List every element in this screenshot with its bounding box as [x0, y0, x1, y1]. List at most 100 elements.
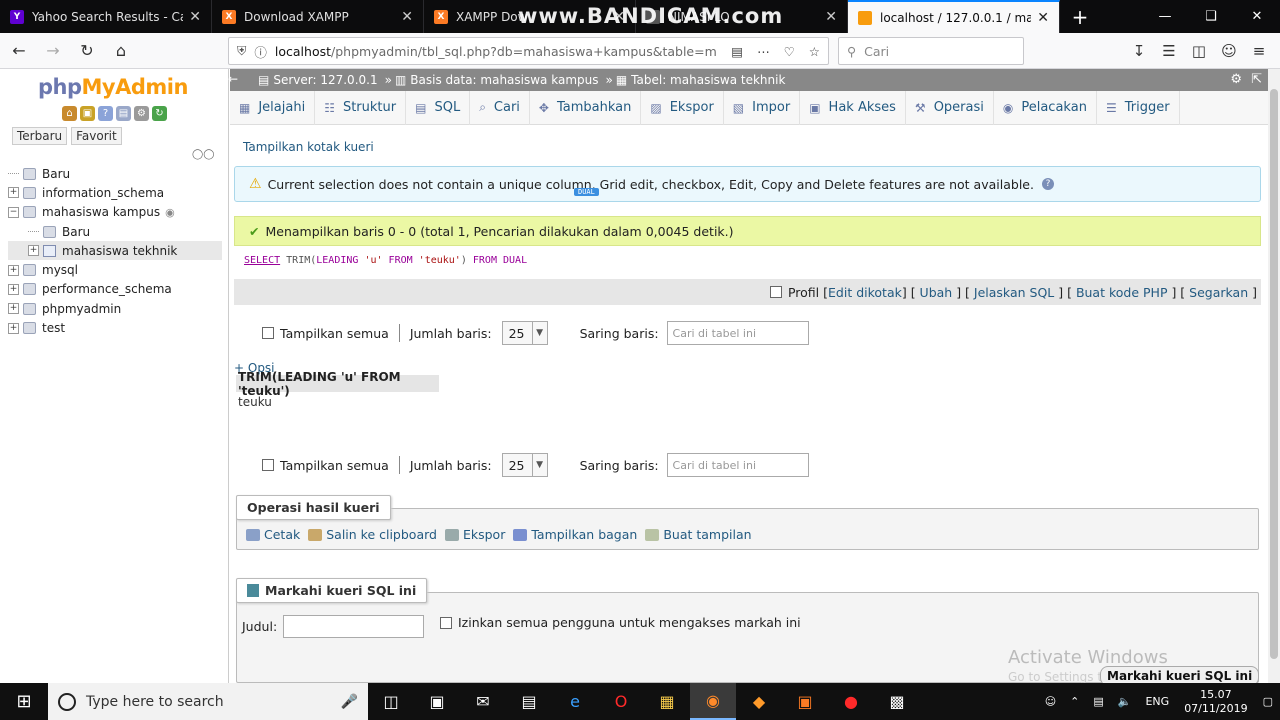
tab-structure[interactable]: ☷ Struktur: [315, 90, 407, 125]
filter-rows-input[interactable]: Cari di tabel ini: [666, 453, 809, 477]
browser-tab[interactable]: Y Yahoo Search Results - Cari We ✕: [0, 0, 212, 33]
breadcrumb-server[interactable]: Server: 127.0.0.1: [273, 73, 377, 87]
link-with-main-icon[interactable]: ◯◯: [192, 149, 214, 160]
video-editor-icon[interactable]: ▩: [874, 683, 920, 720]
new-tab-button[interactable]: +: [1060, 0, 1100, 33]
tab-privileges[interactable]: ▣ Hak Akses: [800, 90, 906, 125]
search-input[interactable]: ⚲ Cari: [838, 37, 1024, 65]
eye-icon[interactable]: ◉: [165, 206, 175, 219]
docs-icon[interactable]: ▤: [116, 106, 131, 121]
account-icon[interactable]: ☺: [1214, 36, 1244, 66]
close-icon[interactable]: ✕: [1234, 0, 1280, 33]
tab-import[interactable]: ▧ Impor: [724, 90, 801, 125]
bookmark-star-icon[interactable]: ☆: [809, 44, 820, 59]
store-icon[interactable]: ▣: [414, 683, 460, 720]
windows-start-icon[interactable]: ⊞: [0, 683, 48, 720]
page-actions-icon[interactable]: ⋯: [757, 44, 770, 59]
notifications-icon[interactable]: ▢: [1263, 695, 1273, 708]
expand-icon[interactable]: +: [8, 303, 19, 315]
show-all-checkbox[interactable]: [262, 459, 274, 471]
tab-search[interactable]: ⌕ Cari: [470, 90, 530, 125]
expand-icon[interactable]: +: [28, 245, 39, 257]
taskbar-search[interactable]: Type here to search 🎤: [48, 683, 368, 720]
info-icon[interactable]: ⓘ: [254, 42, 267, 61]
breadcrumb-database[interactable]: Basis data: mahasiswa kampus: [410, 73, 598, 87]
collapse-icon[interactable]: −: [8, 206, 19, 218]
print-button[interactable]: Cetak: [246, 527, 300, 542]
tree-item[interactable]: + test: [8, 318, 222, 337]
volume-icon[interactable]: 🔈: [1118, 695, 1132, 708]
network-icon[interactable]: ▤: [1093, 695, 1103, 708]
profiling-checkbox[interactable]: [769, 286, 782, 298]
tree-item[interactable]: Baru: [8, 164, 222, 183]
browser-tab[interactable]: localhost / 127.0.0.1 / mahasisw ✕: [848, 0, 1060, 33]
library-icon[interactable]: ☰: [1154, 36, 1184, 66]
result-column-header[interactable]: TRIM(LEADING 'u' FROM 'teuku'): [236, 370, 439, 398]
url-bar[interactable]: ⛨ ⓘ localhost/phpmyadmin/tbl_sql.php?db=…: [228, 37, 829, 65]
tree-item[interactable]: + information_schema: [8, 183, 222, 202]
reader-view-icon[interactable]: ▤: [731, 44, 743, 59]
tab-sql[interactable]: ▤ SQL: [406, 90, 471, 125]
logout-icon[interactable]: ▣: [80, 106, 95, 121]
settings-icon[interactable]: ⚙: [134, 106, 149, 121]
tab-export[interactable]: ▨ Ekspor: [641, 90, 724, 125]
tab-operations[interactable]: ⚒ Operasi: [906, 90, 994, 125]
tab-recent[interactable]: Terbaru: [12, 127, 68, 145]
language-indicator[interactable]: ENG: [1145, 695, 1169, 708]
bookmark-title-input[interactable]: [283, 615, 425, 638]
record-icon[interactable]: ●: [828, 683, 874, 720]
restore-icon[interactable]: ❑: [1188, 0, 1234, 33]
phpmyadmin-logo[interactable]: phpMyAdmin: [38, 75, 188, 99]
mail-icon[interactable]: ✉: [460, 683, 506, 720]
chevron-up-icon[interactable]: ⌃: [1070, 695, 1079, 708]
help-icon[interactable]: ?: [98, 106, 113, 121]
tab-tracking[interactable]: ◉ Pelacakan: [994, 90, 1097, 125]
microphone-icon[interactable]: 🎤: [341, 694, 358, 710]
fl-studio-icon[interactable]: ◆: [736, 683, 782, 720]
tree-item[interactable]: + mysql: [8, 260, 222, 279]
task-view-icon[interactable]: ◫: [368, 683, 414, 720]
collapse-icon[interactable]: ⇱: [1251, 72, 1262, 87]
edit-link[interactable]: Ubah: [920, 285, 953, 300]
display-chart-button[interactable]: Tampilkan bagan: [513, 527, 637, 542]
expand-icon[interactable]: +: [8, 322, 19, 334]
refresh-link[interactable]: Segarkan: [1189, 285, 1248, 300]
home-icon[interactable]: ⌂: [106, 36, 136, 66]
edit-inline-link[interactable]: Edit dikotak: [828, 285, 902, 300]
tab-insert[interactable]: ✥ Tambahkan: [530, 90, 642, 125]
gear-icon[interactable]: ⚙: [1230, 72, 1242, 87]
create-view-button[interactable]: Buat tampilan: [645, 527, 752, 542]
tab-close-icon[interactable]: ✕: [1037, 10, 1049, 26]
tree-item[interactable]: + mahasiswa tekhnik: [8, 241, 222, 261]
xampp-icon[interactable]: ▣: [782, 683, 828, 720]
sidebar-icon[interactable]: ◫: [1184, 36, 1214, 66]
scrollbar-thumb[interactable]: [1270, 89, 1278, 659]
minimize-icon[interactable]: —: [1142, 0, 1188, 33]
home-icon[interactable]: ⌂: [62, 106, 77, 121]
back-icon[interactable]: ←: [4, 36, 34, 66]
copy-clipboard-button[interactable]: Salin ke clipboard: [308, 527, 437, 542]
show-query-box-link[interactable]: Tampilkan kotak kueri: [243, 140, 374, 154]
rows-select[interactable]: 25 ▼: [501, 321, 548, 345]
tab-close-icon[interactable]: ✕: [189, 9, 201, 25]
browser-tab[interactable]: X Download XAMPP ✕: [212, 0, 424, 33]
create-php-code-link[interactable]: Buat kode PHP: [1076, 285, 1168, 300]
help-icon[interactable]: ?: [1041, 178, 1054, 190]
expand-icon[interactable]: +: [8, 187, 19, 199]
firefox-icon[interactable]: ◉: [690, 683, 736, 720]
breadcrumb-table[interactable]: Tabel: mahasiswa tekhnik: [631, 73, 785, 87]
people-icon[interactable]: ☺: [1045, 695, 1056, 708]
file-explorer-icon[interactable]: ▦: [644, 683, 690, 720]
tab-close-icon[interactable]: ✕: [825, 9, 837, 25]
tab-triggers[interactable]: ☰ Trigger: [1097, 90, 1180, 125]
opera-icon[interactable]: O: [598, 683, 644, 720]
reload-icon[interactable]: ↻: [152, 106, 167, 121]
expand-icon[interactable]: +: [8, 283, 19, 295]
export-button[interactable]: Ekspor: [444, 527, 505, 542]
sql-keyword[interactable]: SELECT: [244, 255, 280, 266]
tree-item[interactable]: − mahasiswa kampus ◉: [8, 203, 222, 222]
tree-item[interactable]: Baru: [8, 222, 222, 241]
rows-select[interactable]: 25 ▼: [501, 453, 548, 477]
page-scrollbar[interactable]: [1268, 69, 1280, 683]
pocket-icon[interactable]: ♡: [784, 44, 795, 59]
